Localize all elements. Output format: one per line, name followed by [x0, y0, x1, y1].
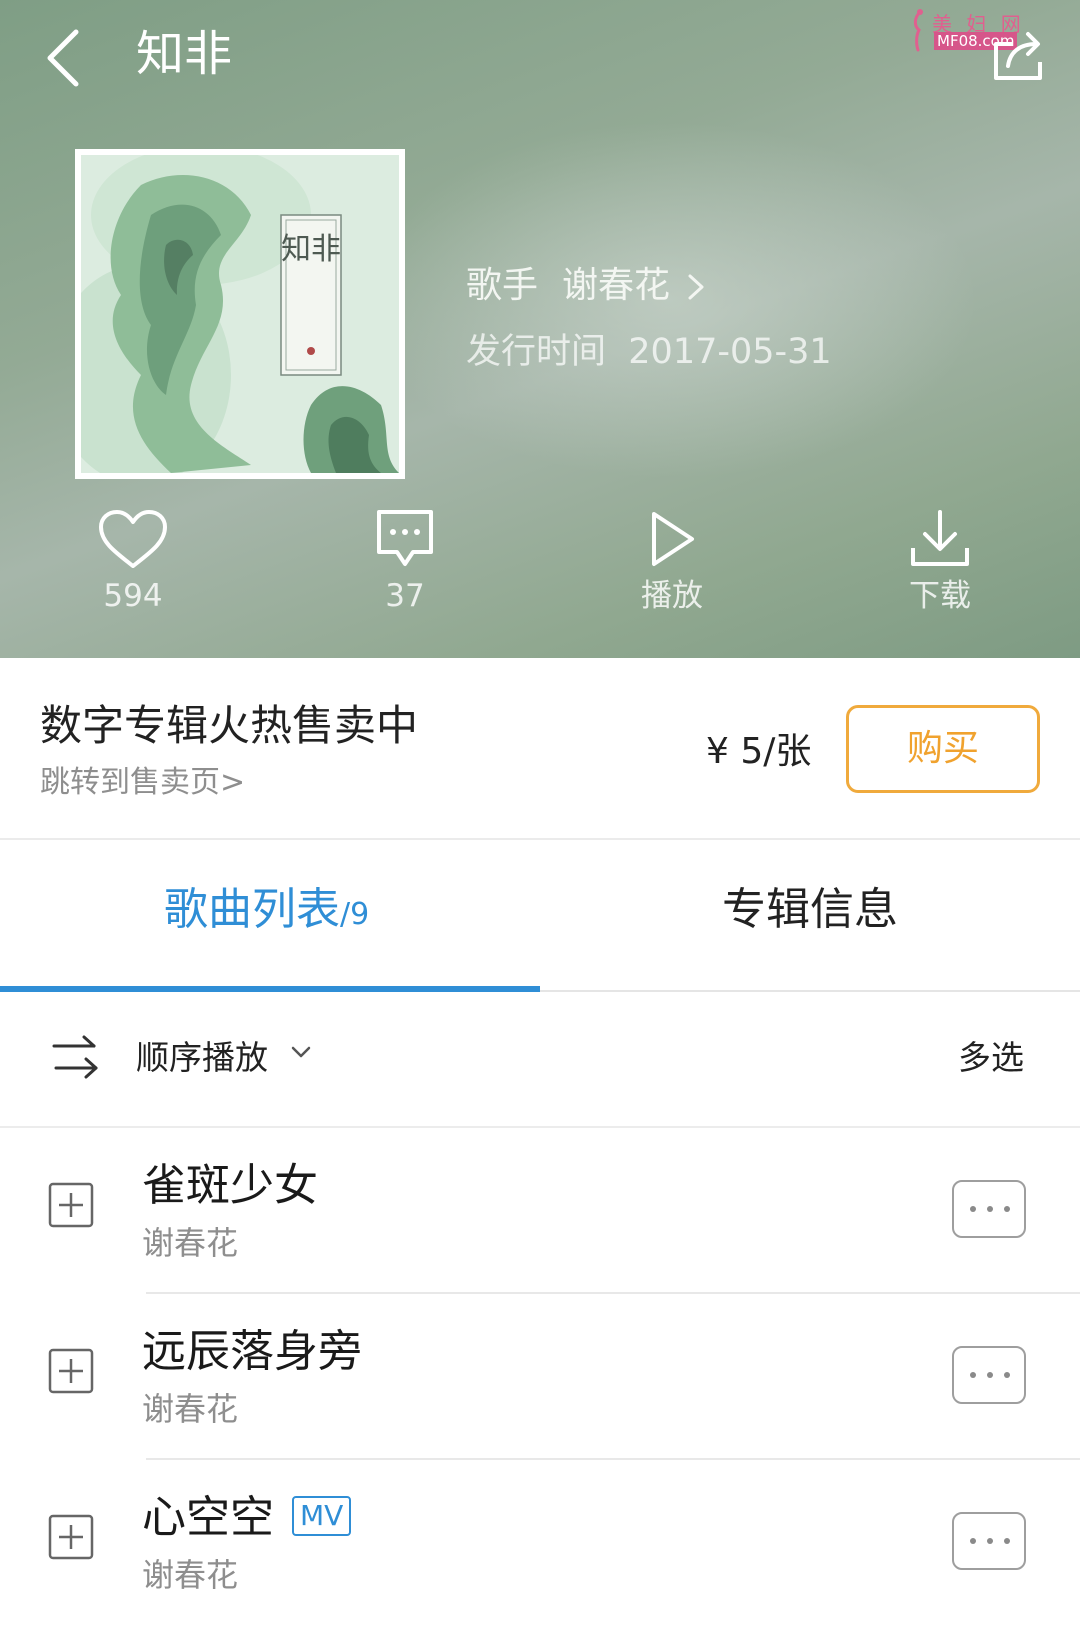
chevron-down-icon[interactable] [290, 1044, 312, 1060]
tab-bar: 歌曲列表/9 专辑信息 [0, 840, 1080, 992]
cover-title: 知非 [281, 232, 341, 267]
song-artist: 谢春花 [142, 1224, 239, 1262]
back-chevron-icon [47, 29, 79, 87]
tab-album-info[interactable]: 专辑信息 [722, 880, 898, 940]
song-artist: 谢春花 [142, 1390, 239, 1428]
song-row[interactable]: 心空空 MV 谢春花 [0, 1460, 1080, 1626]
release-label: 发行时间 [466, 332, 607, 372]
song-artist: 谢春花 [142, 1556, 239, 1594]
download-label: 下载 [909, 578, 971, 614]
song-title: 心空空 [142, 1492, 274, 1543]
comment-icon [377, 510, 433, 566]
play-icon [652, 512, 694, 566]
back-button[interactable] [40, 26, 100, 90]
comment-button[interactable]: 37 [325, 508, 485, 618]
share-button[interactable] [990, 28, 1046, 84]
purchase-title: 数字专辑火热售卖中 [40, 701, 419, 750]
song-title-row: 心空空 MV [142, 1488, 352, 1548]
add-to-playlist-icon[interactable] [48, 1514, 94, 1560]
page-title: 知非 [136, 26, 233, 82]
multi-select-button[interactable]: 多选 [958, 1034, 1024, 1082]
download-icon [911, 510, 969, 566]
song-title: 雀斑少女 [142, 1160, 318, 1211]
release-info: 发行时间 2017-05-31 [466, 328, 832, 376]
favorite-count: 594 [103, 578, 163, 614]
song-title: 远辰落身旁 [142, 1326, 362, 1377]
artist-link[interactable]: 歌手 谢春花 [466, 262, 706, 310]
tab-song-list[interactable]: 歌曲列表/9 [164, 880, 369, 945]
chevron-right-icon [688, 274, 704, 300]
more-options-button[interactable] [952, 1346, 1026, 1404]
tab-song-list-label: 歌曲列表 [164, 884, 340, 935]
add-to-playlist-icon[interactable] [48, 1182, 94, 1228]
add-to-playlist-icon[interactable] [48, 1348, 94, 1394]
song-row[interactable]: 雀斑少女 谢春花 [0, 1128, 1080, 1294]
favorite-button[interactable]: 594 [53, 508, 213, 618]
more-options-button[interactable] [952, 1512, 1026, 1570]
play-all-button[interactable]: 播放 [592, 508, 752, 618]
album-art-image: 知非 [81, 155, 399, 473]
buy-button[interactable]: 购买 [846, 705, 1040, 793]
song-row[interactable]: 远辰落身旁 谢春花 [0, 1294, 1080, 1460]
download-button[interactable]: 下载 [860, 508, 1020, 618]
more-options-button[interactable] [952, 1180, 1026, 1238]
release-date: 2017-05-31 [628, 332, 832, 372]
album-header: 知非 美 妇 网 MF08.com 知非 歌手 谢春花 发行时间 2017-05… [0, 0, 1080, 658]
comment-count: 37 [385, 578, 425, 614]
play-label: 播放 [641, 578, 703, 614]
play-mode-selector[interactable]: 顺序播放 [136, 1034, 268, 1082]
song-count: /9 [340, 897, 370, 932]
heart-icon [99, 510, 167, 568]
album-cover[interactable]: 知非 [75, 149, 405, 479]
artist-name: 谢春花 [562, 265, 671, 306]
share-icon [994, 32, 1042, 80]
artist-label: 歌手 [466, 265, 539, 306]
sequential-play-icon[interactable] [52, 1034, 98, 1080]
album-price: ¥ 5/张 [706, 731, 812, 772]
mv-badge[interactable]: MV [292, 1496, 352, 1536]
playlist-toolbar: 顺序播放 多选 [0, 992, 1080, 1128]
purchase-page-link[interactable]: 跳转到售卖页> [40, 762, 245, 804]
purchase-banner: 数字专辑火热售卖中 跳转到售卖页> ¥ 5/张 购买 [0, 658, 1080, 840]
